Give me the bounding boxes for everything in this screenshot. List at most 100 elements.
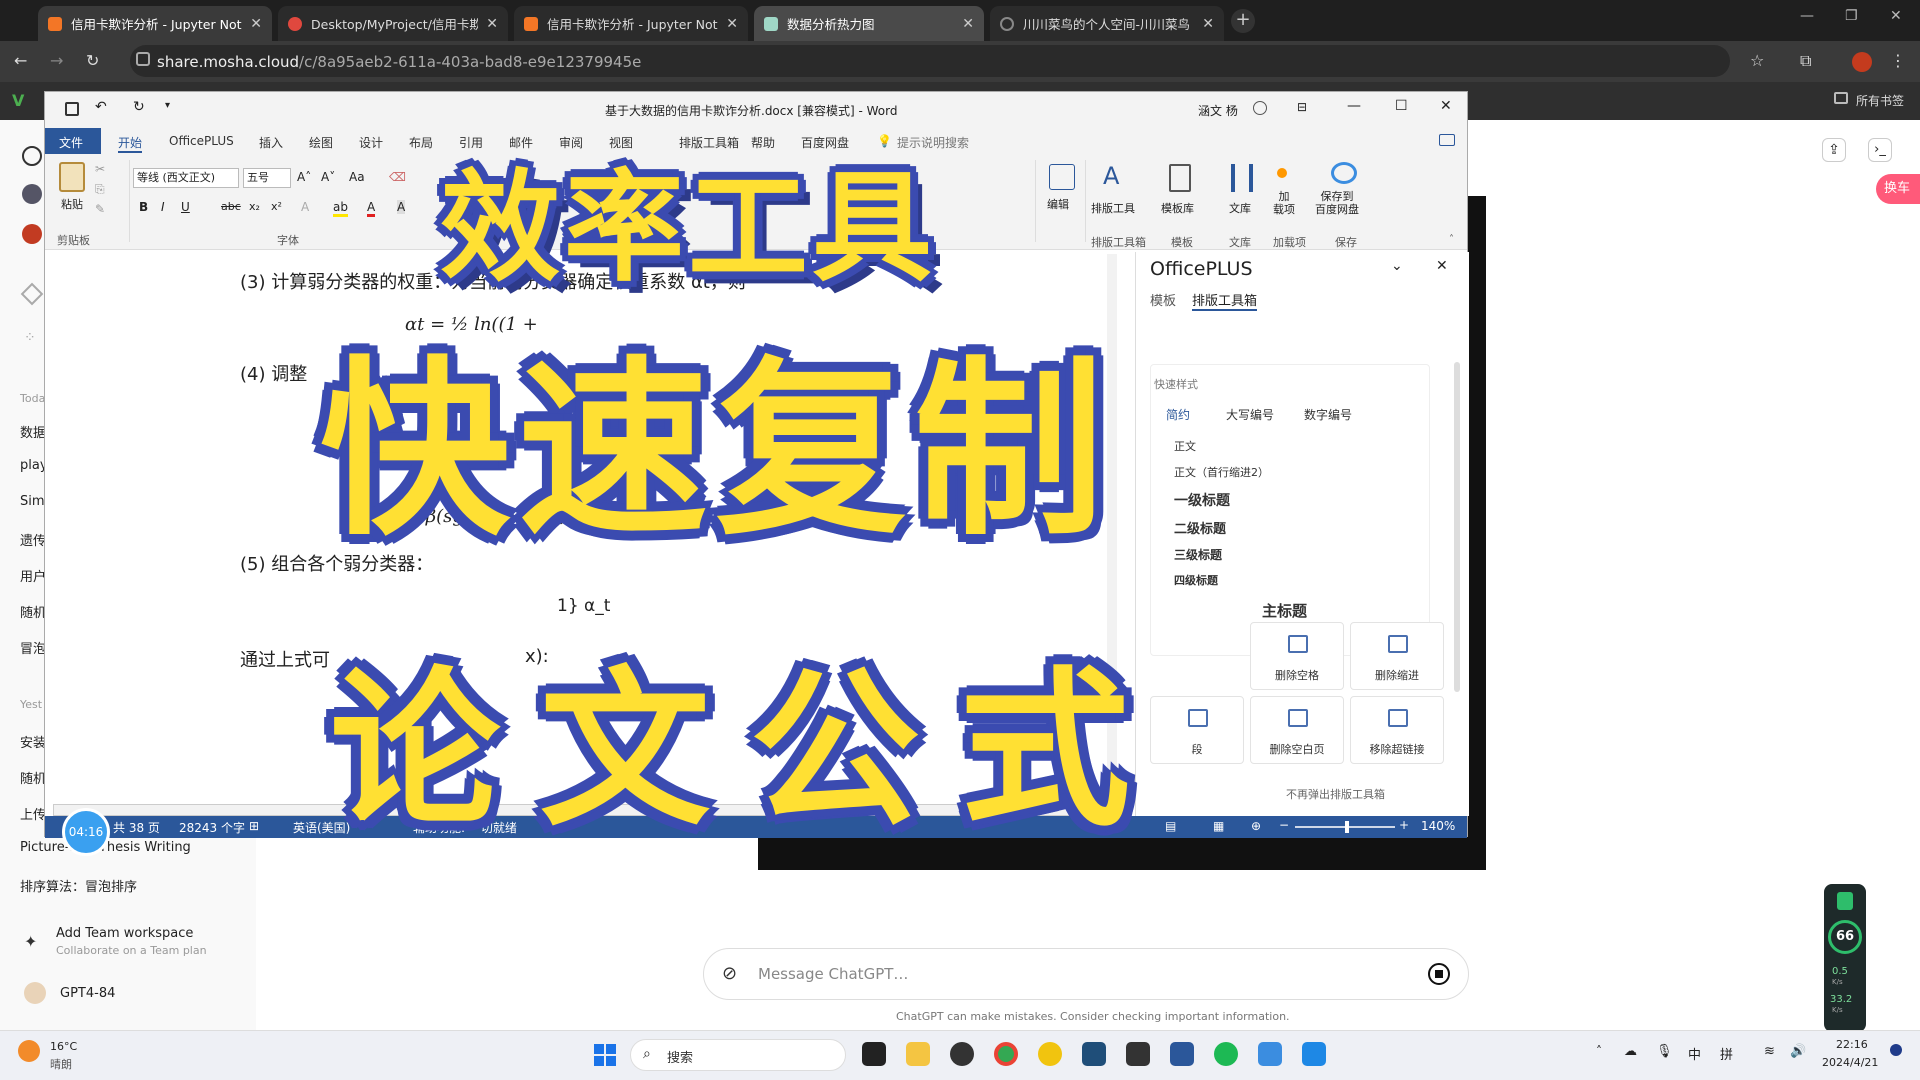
extensions-icon[interactable]: ⧉ [1800, 51, 1811, 71]
format-painter-icon[interactable]: ✎ [95, 202, 105, 216]
chat-item[interactable]: 随机 [20, 602, 46, 621]
reload-icon[interactable]: ↻ [86, 51, 99, 70]
chatgpt-logo-icon[interactable] [22, 146, 42, 166]
user-avatar[interactable] [24, 982, 46, 1004]
tool-delete-indent[interactable]: 删除缩进 [1350, 622, 1444, 690]
ime-pinyin[interactable]: 拼 [1720, 1044, 1733, 1063]
highlight-icon[interactable]: ab [333, 200, 348, 217]
web-layout-icon[interactable]: ⊕ [1251, 819, 1261, 833]
site-settings-icon[interactable] [136, 52, 150, 66]
weather-icon[interactable] [18, 1040, 40, 1062]
terminal-app-icon[interactable] [862, 1042, 886, 1066]
typeset-tool-button[interactable]: 排版工具 [1091, 200, 1135, 216]
mic-icon[interactable]: 🎙 [1656, 1044, 1673, 1059]
user-name[interactable]: 涵文 杨 [1198, 102, 1238, 119]
close-icon[interactable]: ✕ [726, 16, 738, 32]
close-window-icon[interactable]: ✕ [1890, 8, 1902, 24]
style-heading-2[interactable]: 二级标题 [1174, 518, 1226, 537]
restore-icon[interactable]: ❐ [1845, 8, 1858, 24]
weather-desc[interactable]: 晴朗 [50, 1056, 72, 1072]
char-shading-icon[interactable]: A [397, 200, 406, 214]
page-count[interactable]: 共 38 页 [113, 819, 160, 836]
chat-item[interactable]: 冒泡 [20, 638, 46, 657]
underline-icon[interactable]: U [181, 200, 190, 214]
notepad-icon[interactable] [1258, 1042, 1282, 1066]
strikethrough-icon[interactable]: abc [221, 200, 241, 213]
browser-tab-3[interactable]: 信用卡欺诈分析 - Jupyter Not ✕ [514, 6, 748, 41]
weather-temp[interactable]: 16°C [50, 1040, 77, 1053]
customize-qat-icon[interactable]: ▾ [165, 100, 170, 111]
all-bookmarks[interactable]: 所有书签 [1856, 92, 1904, 109]
subscript-icon[interactable]: x₂ [249, 200, 260, 213]
word-count[interactable]: 28243 个字 [179, 819, 245, 836]
url-text[interactable]: share.mosha.cloud/c/8a95aeb2-611a-403a-b… [157, 53, 641, 71]
comment-icon[interactable] [1439, 134, 1455, 146]
pane-collapse-icon[interactable]: ⌄ [1391, 258, 1403, 274]
cut-icon[interactable]: ✂ [95, 162, 105, 176]
bookmark-v-icon[interactable]: V [12, 91, 24, 110]
attach-icon[interactable]: ⊘ [722, 963, 737, 984]
tab-draw[interactable]: 绘图 [309, 134, 333, 151]
edit-button[interactable]: 编辑 [1047, 196, 1069, 212]
undo-icon[interactable]: ↶ [95, 99, 107, 115]
terminal-icon[interactable]: ›_ [1868, 138, 1892, 162]
menu-icon[interactable]: ⋮ [1890, 51, 1906, 70]
zoom-thumb[interactable] [1345, 821, 1349, 833]
tab-insert[interactable]: 插入 [259, 134, 283, 151]
wifi-icon[interactable]: ≋ [1764, 1044, 1775, 1059]
star-icon[interactable]: ☆ [1750, 51, 1764, 70]
qq-icon[interactable] [950, 1042, 974, 1066]
volume-icon[interactable]: 🔊 [1790, 1044, 1806, 1059]
taskbar-search[interactable]: ⌕ 搜索 [630, 1039, 846, 1071]
paste-icon[interactable] [59, 162, 85, 192]
copy-icon[interactable]: ⎘ [95, 182, 105, 197]
pane-footer[interactable]: 不再弹出排版工具箱 [1286, 786, 1385, 802]
baidu-cloud-icon[interactable] [1331, 162, 1357, 184]
addin-icon[interactable] [1277, 168, 1287, 178]
template-lib-button[interactable]: 模板库 [1161, 200, 1194, 216]
superscript-icon[interactable]: x² [271, 200, 282, 213]
shrink-font-icon[interactable]: A˅ [321, 170, 335, 184]
change-case-icon[interactable]: Aa [349, 170, 365, 184]
collapse-ribbon-icon[interactable]: ˄ [1449, 234, 1454, 245]
save-icon[interactable] [65, 102, 79, 116]
chat-item[interactable]: 上传 [20, 804, 46, 823]
tab-layout[interactable]: 布局 [409, 134, 433, 151]
style-normal-indent[interactable]: 正文（首行缩进2） [1174, 464, 1269, 480]
new-tab-button[interactable]: + [1231, 9, 1255, 33]
font-name-select[interactable]: 等线 (西文正文) [133, 168, 239, 188]
zoom-out-icon[interactable]: − [1279, 818, 1289, 832]
tab-home[interactable]: 开始 [118, 134, 143, 153]
tray-chevron-icon[interactable]: ˄ [1596, 1044, 1602, 1058]
wechat-icon[interactable] [1214, 1042, 1238, 1066]
word-minimize-icon[interactable]: — [1347, 98, 1361, 114]
back-icon[interactable]: ← [14, 51, 27, 70]
font-size-select[interactable]: 五号 [243, 168, 291, 188]
user-icon[interactable] [1253, 101, 1267, 115]
word-app-icon[interactable] [1170, 1042, 1194, 1066]
chat-item[interactable]: 数据 [20, 422, 46, 441]
close-icon[interactable]: ✕ [1202, 16, 1214, 32]
tool-delete-spaces[interactable]: 删除空格 [1250, 622, 1344, 690]
template-lib-icon[interactable] [1169, 164, 1191, 192]
chat-item[interactable]: 安装 [20, 732, 46, 751]
cmd-app-icon[interactable] [1126, 1042, 1150, 1066]
clock-date[interactable]: 2024/4/21 [1822, 1056, 1878, 1069]
explore-icon[interactable] [20, 282, 44, 306]
style-tab-simple[interactable]: 简约 [1166, 406, 1190, 423]
stop-icon[interactable] [1428, 963, 1450, 985]
pane-tab-templates[interactable]: 模板 [1150, 290, 1176, 309]
grow-font-icon[interactable]: A˄ [297, 170, 311, 184]
tab-officeplus[interactable]: OfficePLUS [169, 134, 234, 148]
tool-delete-blank-page[interactable]: 删除空白页 [1250, 696, 1344, 764]
grid-icon[interactable]: ⁘ [24, 330, 36, 346]
browser-tab-5[interactable]: 川川菜鸟的个人空间-川川菜鸟 ✕ [990, 6, 1224, 41]
pane-close-icon[interactable]: ✕ [1436, 258, 1448, 274]
addin-button[interactable]: 加 载项 [1273, 190, 1295, 216]
model-name[interactable]: GPT4-84 [60, 986, 115, 1001]
pane-scrollbar[interactable] [1454, 362, 1460, 692]
paste-label[interactable]: 粘贴 [61, 196, 83, 212]
word-close-icon[interactable]: ✕ [1440, 98, 1452, 114]
library-button[interactable]: 文库 [1229, 200, 1251, 216]
text-effects-icon[interactable]: A [301, 200, 309, 214]
